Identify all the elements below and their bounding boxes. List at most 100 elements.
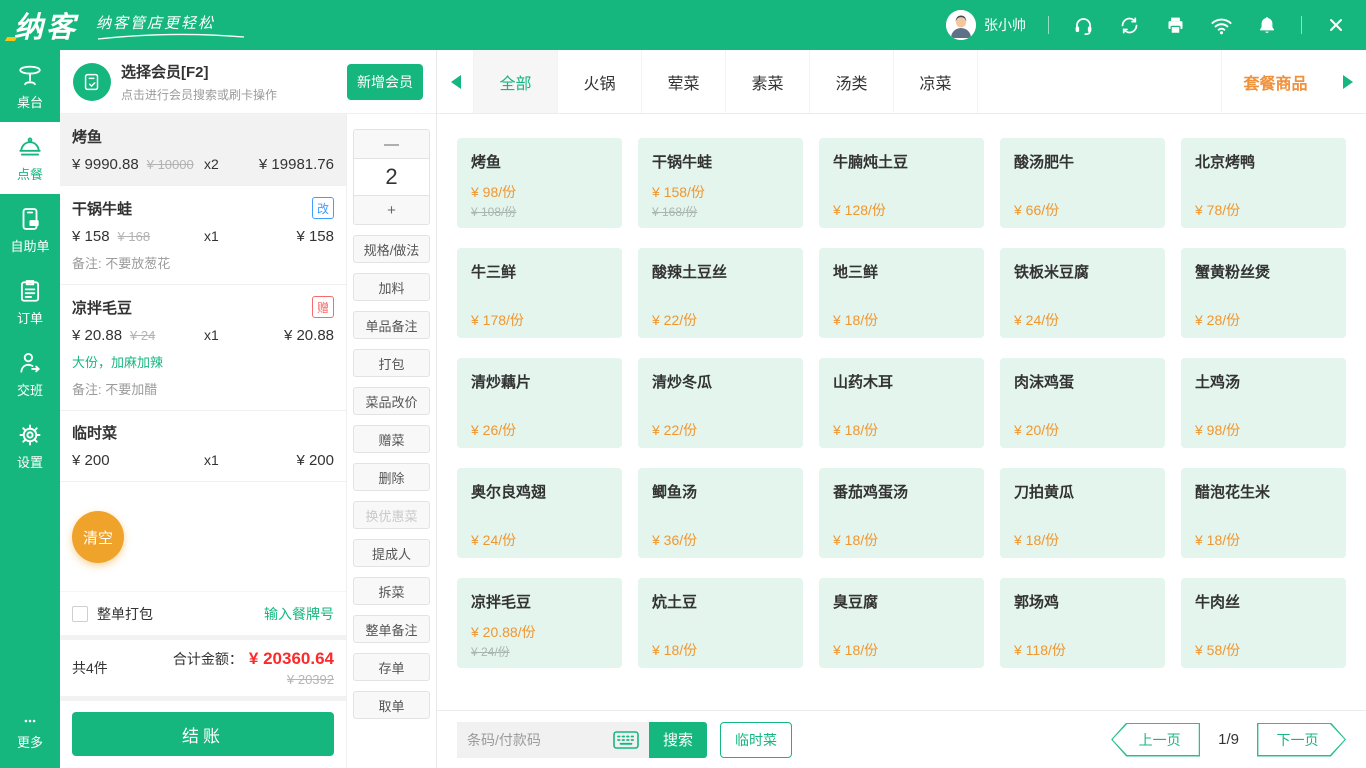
action-button-label: 拆菜 xyxy=(378,582,404,601)
sidebar-item-more[interactable]: 更多 xyxy=(0,702,60,762)
temp-dish-button[interactable]: 临时菜 xyxy=(720,722,792,758)
printer-icon[interactable] xyxy=(1163,13,1187,37)
menu-card[interactable]: 番茄鸡蛋汤 ¥ 18/份 xyxy=(819,468,984,558)
barcode-input[interactable] xyxy=(467,732,605,748)
prev-page-button[interactable]: 上一页 xyxy=(1111,723,1200,757)
action-button[interactable]: 打包 xyxy=(353,349,430,377)
order-item-badge[interactable]: 改 xyxy=(312,197,334,219)
sidebar-item-settings[interactable]: 设置 xyxy=(0,410,60,482)
search-button[interactable]: 搜索 xyxy=(649,722,707,758)
menu-card[interactable]: 烤鱼 ¥ 98/份 ¥ 108/份 xyxy=(457,138,622,228)
menu-card[interactable]: 蟹黄粉丝煲 ¥ 28/份 xyxy=(1181,248,1346,338)
menu-card[interactable]: 鲫鱼汤 ¥ 36/份 xyxy=(638,468,803,558)
action-button[interactable]: 拆菜 xyxy=(353,577,430,605)
category-tab[interactable]: 素菜 xyxy=(725,50,810,113)
quantity-plus-button[interactable]: + xyxy=(354,196,429,224)
action-button[interactable]: 加料 xyxy=(353,273,430,301)
order-item[interactable]: 烤鱼 ¥ 9990.88 ¥ 10000 x2 ¥ 19981.76 xyxy=(60,115,346,186)
action-button[interactable]: 整单备注 xyxy=(353,615,430,643)
action-button[interactable]: 菜品改价 xyxy=(353,387,430,415)
menu-card[interactable]: 山药木耳 ¥ 18/份 xyxy=(819,358,984,448)
close-icon[interactable] xyxy=(1324,13,1348,37)
user-chip[interactable]: 张小帅 xyxy=(946,10,1026,40)
more-dots-icon xyxy=(17,714,43,728)
action-button-label: 取单 xyxy=(378,696,404,715)
tabs-scroll-right-button[interactable] xyxy=(1329,50,1366,113)
menu-card-name: 鲫鱼汤 xyxy=(652,481,789,502)
order-item-name: 凉拌毛豆 xyxy=(72,297,132,318)
clear-order-button[interactable]: 清空 xyxy=(72,511,124,563)
menu-card[interactable]: 凉拌毛豆 ¥ 20.88/份 ¥ 24/份 xyxy=(457,578,622,668)
category-tab[interactable]: 火锅 xyxy=(557,50,642,113)
order-item-price: ¥ 20.88 xyxy=(72,327,122,344)
sidebar-item-self-order[interactable]: 自助单 xyxy=(0,194,60,266)
menu-card-name: 凉拌毛豆 xyxy=(471,591,608,612)
order-panel: 选择会员[F2] 点击进行会员搜索或刷卡操作 新增会员 烤鱼 ¥ 9990.88… xyxy=(60,50,437,768)
menu-card[interactable]: 清炒藕片 ¥ 26/份 xyxy=(457,358,622,448)
enter-table-number-link[interactable]: 输入餐牌号 xyxy=(264,604,334,624)
action-button[interactable]: 规格/做法 xyxy=(353,235,430,263)
menu-card[interactable]: 铁板米豆腐 ¥ 24/份 xyxy=(1000,248,1165,338)
order-item-old-price: ¥ 24 xyxy=(130,328,155,343)
menu-card[interactable]: 臭豆腐 ¥ 18/份 xyxy=(819,578,984,668)
quantity-minus-button[interactable]: — xyxy=(354,130,429,158)
action-button[interactable]: 单品备注 xyxy=(353,311,430,339)
action-button[interactable]: 取单 xyxy=(353,691,430,719)
action-button[interactable]: 存单 xyxy=(353,653,430,681)
sidebar-item-shift[interactable]: 交班 xyxy=(0,338,60,410)
category-tab[interactable]: 全部 xyxy=(473,50,558,113)
menu-card[interactable]: 北京烤鸭 ¥ 78/份 xyxy=(1181,138,1346,228)
menu-card[interactable]: 酸辣土豆丝 ¥ 22/份 xyxy=(638,248,803,338)
shift-icon xyxy=(17,350,43,376)
category-tab[interactable]: 荤菜 xyxy=(641,50,726,113)
action-button[interactable]: 换优惠菜 xyxy=(353,501,430,529)
menu-card[interactable]: 牛三鲜 ¥ 178/份 xyxy=(457,248,622,338)
menu-card[interactable]: 炕土豆 ¥ 18/份 xyxy=(638,578,803,668)
menu-card-name: 清炒冬瓜 xyxy=(652,371,789,392)
order-item[interactable]: 临时菜 ¥ 200 x1 ¥ 200 xyxy=(60,411,346,482)
keyboard-icon[interactable] xyxy=(613,731,639,749)
order-item-badge[interactable]: 赠 xyxy=(312,296,334,318)
menu-card[interactable]: 清炒冬瓜 ¥ 22/份 xyxy=(638,358,803,448)
pack-whole-order-checkbox[interactable] xyxy=(72,606,88,622)
sidebar-item-tables[interactable]: 桌台 xyxy=(0,50,60,122)
tabs-scroll-left-button[interactable] xyxy=(437,50,474,113)
menu-card-prices: ¥ 18/份 xyxy=(833,310,970,330)
menu-card[interactable]: 牛腩炖土豆 ¥ 128/份 xyxy=(819,138,984,228)
wifi-icon[interactable] xyxy=(1209,13,1233,37)
menu-card[interactable]: 干锅牛蛙 ¥ 158/份 ¥ 168/份 xyxy=(638,138,803,228)
order-item[interactable]: 凉拌毛豆 赠 ¥ 20.88 ¥ 24 x1 ¥ 20.88 大份，加麻加辣 备… xyxy=(60,285,346,411)
category-tab[interactable]: 汤类 xyxy=(809,50,894,113)
tab-combo-products[interactable]: 套餐商品 xyxy=(1221,50,1329,113)
menu-card[interactable]: 肉沫鸡蛋 ¥ 20/份 xyxy=(1000,358,1165,448)
bell-icon[interactable] xyxy=(1255,13,1279,37)
menu-card[interactable]: 牛肉丝 ¥ 58/份 xyxy=(1181,578,1346,668)
member-select-area[interactable]: 选择会员[F2] 点击进行会员搜索或刷卡操作 新增会员 xyxy=(60,50,436,114)
next-page-button[interactable]: 下一页 xyxy=(1257,723,1346,757)
support-headset-icon[interactable] xyxy=(1071,13,1095,37)
member-card-icon xyxy=(73,63,111,101)
action-button[interactable]: 提成人 xyxy=(353,539,430,567)
action-button[interactable]: 赠菜 xyxy=(353,425,430,453)
order-item[interactable]: 干锅牛蛙 改 ¥ 158 ¥ 168 x1 ¥ 158 备注: 不要放葱花 xyxy=(60,186,346,285)
menu-card[interactable]: 地三鲜 ¥ 18/份 xyxy=(819,248,984,338)
menu-card[interactable]: 酸汤肥牛 ¥ 66/份 xyxy=(1000,138,1165,228)
checkout-button[interactable]: 结账 xyxy=(72,712,334,756)
menu-card[interactable]: 刀拍黄瓜 ¥ 18/份 xyxy=(1000,468,1165,558)
sidebar-item-ordering[interactable]: 点餐 xyxy=(0,122,60,194)
order-item-old-price: ¥ 10000 xyxy=(147,157,194,172)
sync-icon[interactable] xyxy=(1117,13,1141,37)
action-button-label: 赠菜 xyxy=(378,430,404,449)
menu-card[interactable]: 醋泡花生米 ¥ 18/份 xyxy=(1181,468,1346,558)
menu-card-name: 北京烤鸭 xyxy=(1195,151,1332,172)
category-tab-label: 火锅 xyxy=(583,70,615,94)
menu-card[interactable]: 郭场鸡 ¥ 118/份 xyxy=(1000,578,1165,668)
menu-card-price: ¥ 78/份 xyxy=(1195,200,1332,220)
category-tab[interactable]: 凉菜 xyxy=(893,50,978,113)
sidebar-item-orders[interactable]: 订单 xyxy=(0,266,60,338)
menu-card[interactable]: 土鸡汤 ¥ 98/份 xyxy=(1181,358,1346,448)
action-button[interactable]: 删除 xyxy=(353,463,430,491)
menu-card[interactable]: 奥尔良鸡翅 ¥ 24/份 xyxy=(457,468,622,558)
menu-card-prices: ¥ 158/份 ¥ 168/份 xyxy=(652,182,789,220)
add-member-button[interactable]: 新增会员 xyxy=(347,64,423,100)
